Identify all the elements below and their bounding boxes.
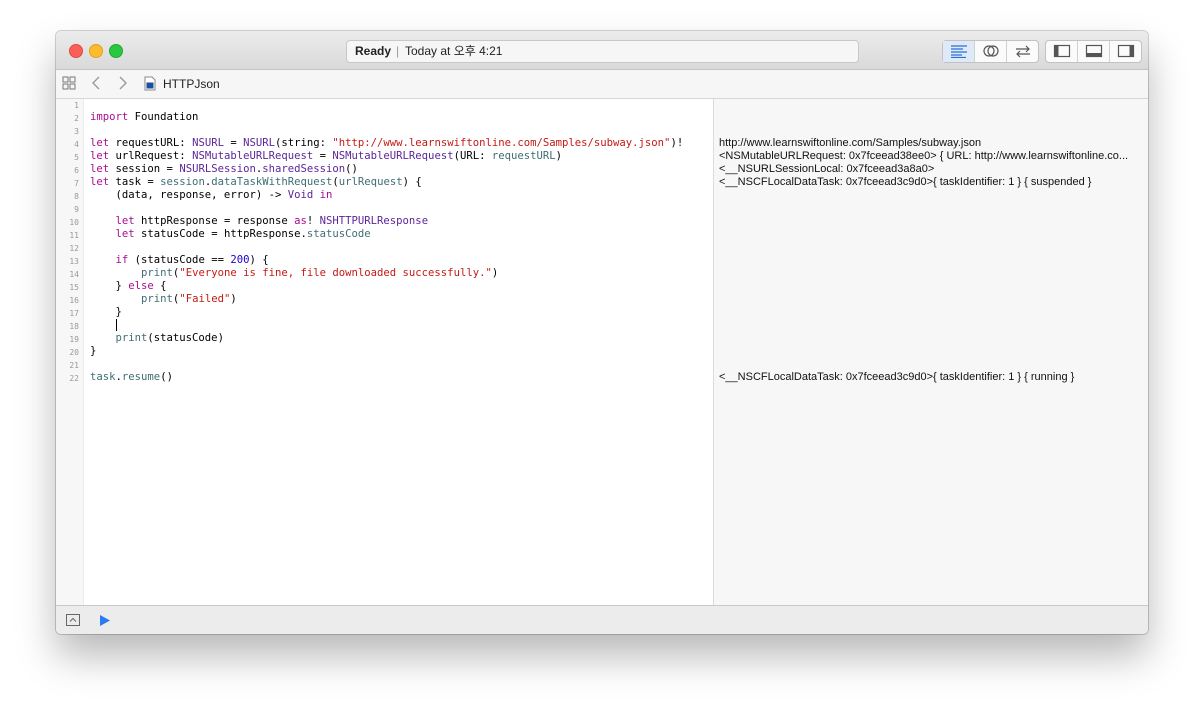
line-number-gutter: 1 2 3 4 5 6 7 8 9 10 11 12 13 14 15 16 17 18 19 20 21 22 (56, 99, 84, 605)
run-playground-icon[interactable] (99, 614, 111, 627)
code-line: let session = NSURLSession.sharedSession… (90, 163, 358, 175)
standard-editor-button[interactable] (943, 41, 975, 62)
line-number: 1 (74, 101, 79, 110)
code-line: task.resume() (90, 371, 173, 383)
line-number: 14 (69, 270, 79, 279)
standard-editor-icon (951, 45, 967, 58)
code-line: (data, response, error) -> Void in (90, 189, 333, 201)
editor-mode-control (942, 40, 1039, 63)
result-line[interactable]: <__NSCFLocalDataTask: 0x7fceead3c9d0>{ t… (719, 371, 1147, 384)
line-number: 16 (69, 296, 79, 305)
line-number: 17 (69, 309, 79, 318)
jump-bar: HTTPJson (56, 70, 1148, 99)
line-number: 5 (74, 153, 79, 162)
code-line: import Foundation (90, 111, 199, 123)
debug-area-toggle-button[interactable] (1078, 41, 1110, 62)
version-editor-button[interactable] (1007, 41, 1038, 62)
playground-file-icon (144, 76, 156, 91)
code-line: let task = session.dataTaskWithRequest(u… (90, 176, 422, 188)
result-line[interactable]: http://www.learnswiftonline.com/Samples/… (719, 137, 1147, 150)
result-line[interactable]: <__NSURLSessionLocal: 0x7fceead3a8a0> (719, 163, 1147, 176)
navigator-toggle-button[interactable] (1046, 41, 1078, 62)
playground-window: Ready | Today at 오후 4:21 HTTPJson 1 2 3 … (56, 31, 1148, 634)
code-line: print("Everyone is fine, file downloaded… (141, 267, 499, 279)
line-number: 9 (74, 205, 79, 214)
status-timestamp: Today at 오후 4:21 (405, 44, 503, 58)
panel-toggle-control (1045, 40, 1142, 63)
utilities-toggle-button[interactable] (1110, 41, 1141, 62)
line-number: 18 (69, 322, 79, 331)
line-number: 15 (69, 283, 79, 292)
result-line[interactable]: <NSMutableURLRequest: 0x7fceead38ee0> { … (719, 150, 1147, 163)
code-line: let statusCode = httpResponse.statusCode (115, 228, 371, 240)
related-items-icon[interactable] (62, 76, 76, 90)
source-editor[interactable]: import Foundation let requestURL: NSURL … (90, 99, 710, 605)
line-number: 19 (69, 335, 79, 344)
code-line: print("Failed") (141, 293, 237, 305)
line-number: 21 (69, 361, 79, 370)
line-number: 8 (74, 192, 79, 201)
line-number: 11 (69, 231, 79, 240)
line-number: 4 (74, 140, 79, 149)
status-separator: | (396, 44, 400, 58)
result-line[interactable]: <__NSCFLocalDataTask: 0x7fceead3c9d0>{ t… (719, 176, 1147, 189)
debug-area-toggle-icon (1085, 44, 1103, 58)
activity-viewer: Ready | Today at 오후 4:21 (346, 40, 859, 63)
line-number: 6 (74, 166, 79, 175)
line-number: 12 (69, 244, 79, 253)
file-name-label[interactable]: HTTPJson (163, 77, 220, 91)
minimize-button[interactable] (89, 44, 103, 58)
back-arrow-icon[interactable] (91, 76, 101, 90)
debug-area-show-icon[interactable] (66, 614, 80, 626)
navigator-toggle-icon (1053, 44, 1071, 58)
utilities-toggle-icon (1117, 44, 1135, 58)
code-line: print(statusCode) (115, 332, 224, 344)
text-cursor (116, 319, 117, 331)
code-line: if (statusCode == 200) { (115, 254, 269, 266)
results-sidebar: http://www.learnswiftonline.com/Samples/… (714, 99, 1148, 605)
line-number: 7 (74, 179, 79, 188)
forward-arrow-icon[interactable] (118, 76, 128, 90)
bottom-bar (56, 605, 1148, 634)
version-editor-icon (1016, 45, 1030, 58)
line-number: 22 (69, 374, 79, 383)
code-line: } (90, 345, 97, 357)
zoom-button[interactable] (109, 44, 123, 58)
code-line: } (90, 306, 122, 318)
assistant-editor-button[interactable] (975, 41, 1007, 62)
line-number: 3 (74, 127, 79, 136)
code-line: } else { (90, 280, 167, 292)
line-number: 2 (74, 114, 79, 123)
status-text: Ready (355, 44, 392, 58)
title-bar: Ready | Today at 오후 4:21 (56, 31, 1148, 70)
assistant-editor-icon (983, 45, 999, 57)
code-line: let requestURL: NSURL = NSURL(string: "h… (90, 137, 684, 149)
code-line: let httpResponse = response as! NSHTTPUR… (115, 215, 429, 227)
close-button[interactable] (69, 44, 83, 58)
code-line: let urlRequest: NSMutableURLRequest = NS… (90, 150, 563, 162)
line-number: 20 (69, 348, 79, 357)
line-number: 13 (69, 257, 79, 266)
line-number: 10 (69, 218, 79, 227)
